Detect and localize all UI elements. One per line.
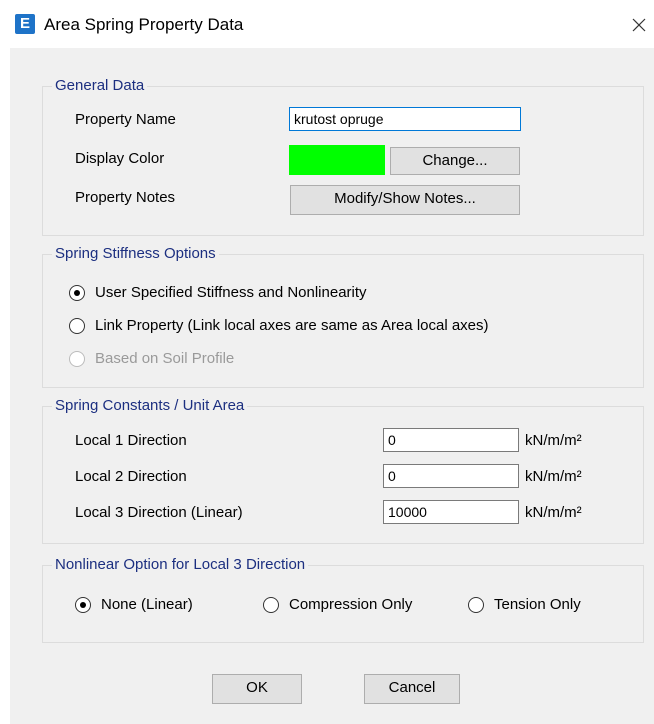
spring-stiffness-legend: Spring Stiffness Options bbox=[52, 245, 219, 263]
local-1-direction-input[interactable] bbox=[383, 428, 519, 452]
display-color-label: Display Color bbox=[75, 150, 165, 167]
local-3-direction-input[interactable] bbox=[383, 500, 519, 524]
local-1-direction-label: Local 1 Direction bbox=[75, 432, 187, 449]
area-spring-property-dialog: E Area Spring Property Data General Data… bbox=[0, 0, 654, 724]
general-data-group: General Data Property Name Display Color… bbox=[42, 77, 644, 236]
local-2-direction-label: Local 2 Direction bbox=[75, 468, 187, 485]
spring-constants-group: Spring Constants / Unit Area Local 1 Dir… bbox=[42, 397, 644, 544]
radio-circle bbox=[69, 318, 85, 334]
spring-constants-legend: Spring Constants / Unit Area bbox=[52, 397, 248, 415]
radio-circle bbox=[263, 597, 279, 613]
radio-selected-dot bbox=[74, 290, 80, 296]
radio-circle bbox=[468, 597, 484, 613]
dialog-client-area: General Data Property Name Display Color… bbox=[10, 48, 654, 724]
radio-circle bbox=[69, 351, 85, 367]
radio-circle bbox=[75, 597, 91, 613]
etabs-app-icon: E bbox=[15, 14, 35, 34]
title-bar: E Area Spring Property Data bbox=[0, 0, 654, 48]
local-2-unit: kN/m/m² bbox=[525, 468, 582, 485]
radio-label: Link Property (Link local axes are same … bbox=[95, 317, 489, 334]
property-name-label: Property Name bbox=[75, 111, 176, 128]
display-color-swatch bbox=[289, 145, 385, 175]
property-name-input[interactable] bbox=[289, 107, 521, 131]
close-button[interactable] bbox=[628, 12, 650, 36]
cancel-button[interactable]: Cancel bbox=[364, 674, 460, 704]
local-3-unit: kN/m/m² bbox=[525, 504, 582, 521]
local-3-direction-label: Local 3 Direction (Linear) bbox=[75, 504, 243, 521]
spring-stiffness-group: Spring Stiffness Options User Specified … bbox=[42, 245, 644, 388]
property-notes-label: Property Notes bbox=[75, 189, 176, 206]
local-1-unit: kN/m/m² bbox=[525, 432, 582, 449]
radio-label: None (Linear) bbox=[101, 596, 193, 613]
close-icon bbox=[632, 18, 646, 32]
radio-label: Tension Only bbox=[494, 596, 581, 613]
nonlinear-option-legend: Nonlinear Option for Local 3 Direction bbox=[52, 556, 309, 574]
general-data-legend: General Data bbox=[52, 77, 148, 95]
radio-selected-dot bbox=[80, 602, 86, 608]
radio-label: Based on Soil Profile bbox=[95, 350, 235, 367]
change-color-button[interactable]: Change... bbox=[390, 147, 520, 175]
radio-circle bbox=[69, 285, 85, 301]
window-title: Area Spring Property Data bbox=[44, 15, 244, 34]
local-2-direction-input[interactable] bbox=[383, 464, 519, 488]
radio-label: User Specified Stiffness and Nonlinearit… bbox=[95, 284, 367, 301]
radio-label: Compression Only bbox=[289, 596, 413, 613]
modify-show-notes-button[interactable]: Modify/Show Notes... bbox=[290, 185, 520, 215]
nonlinear-option-group: Nonlinear Option for Local 3 Direction N… bbox=[42, 556, 644, 643]
ok-button[interactable]: OK bbox=[212, 674, 302, 704]
